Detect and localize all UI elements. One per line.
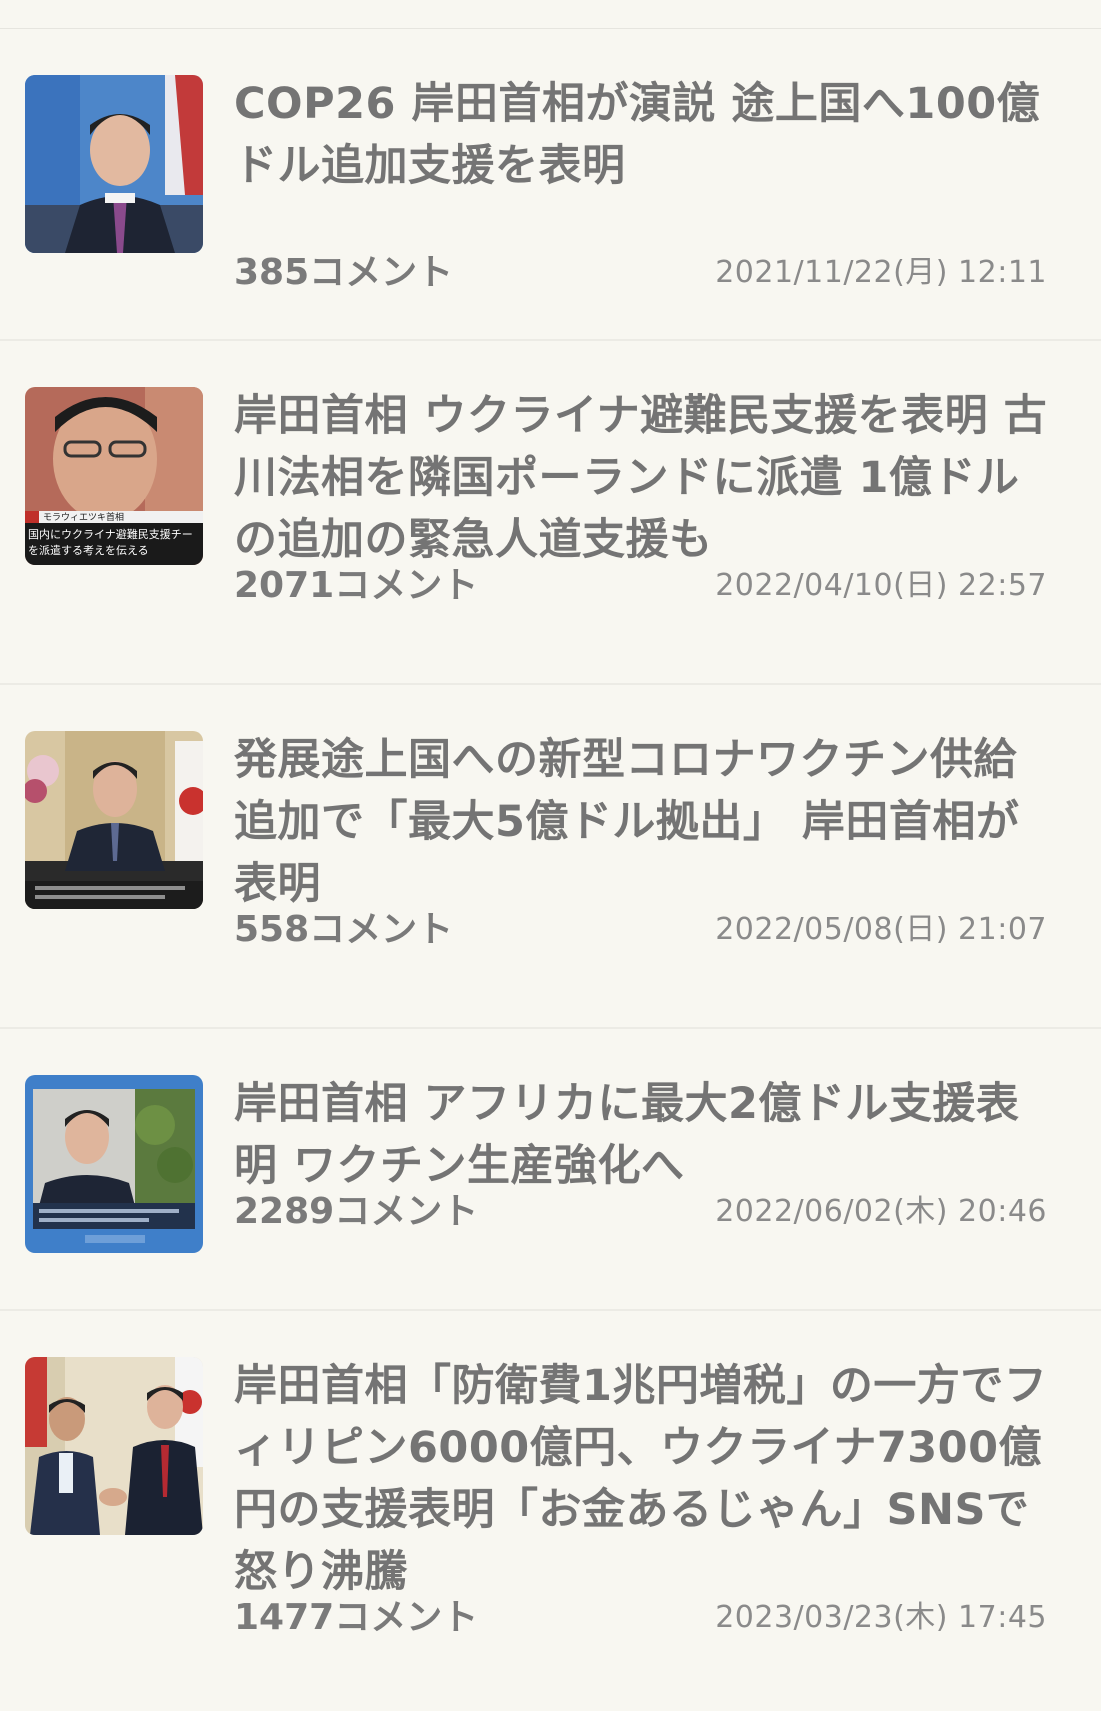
comment-count[interactable]: 1477コメント: [234, 1596, 478, 1640]
thumb-caption-line2: を派遣する考えを伝える: [28, 543, 149, 557]
article-item[interactable]: 岸田首相 アフリカに最大2億ドル支援表明 ワクチン生産強化へ 2289コメント …: [0, 1029, 1101, 1311]
article-meta: 2289コメント 2022/06/02(木) 20:46: [234, 1190, 1047, 1234]
article-thumbnail[interactable]: [25, 1357, 203, 1535]
article-meta: 385コメント 2021/11/22(月) 12:11: [234, 251, 1047, 295]
article-date: 2022/06/02(木) 20:46: [715, 1194, 1047, 1229]
comment-count[interactable]: 558コメント: [234, 908, 453, 952]
article-item[interactable]: 岸田首相「防衛費1兆円増税」の一方でフィリピン6000億円、ウクライナ7300億…: [0, 1311, 1101, 1711]
article-title[interactable]: 岸田首相 アフリカに最大2億ドル支援表明 ワクチン生産強化へ: [234, 1073, 1054, 1197]
article-date: 2023/03/23(木) 17:45: [715, 1600, 1047, 1635]
article-item[interactable]: 発展途上国への新型コロナワクチン供給追加で「最大5億ドル拠出」 岸田首相が表明 …: [0, 685, 1101, 1029]
article-meta: 2071コメント 2022/04/10(日) 22:57: [234, 564, 1047, 608]
article-thumbnail[interactable]: [25, 1075, 203, 1253]
article-date: 2021/11/22(月) 12:11: [715, 255, 1047, 290]
kishida-speech-thumbnail-icon: [25, 75, 203, 253]
article-meta: 558コメント 2022/05/08(日) 21:07: [234, 908, 1047, 952]
thumb-caption-line1: 国内にウクライナ避難民支援チー: [28, 527, 193, 541]
article-meta: 1477コメント 2023/03/23(木) 17:45: [234, 1596, 1047, 1640]
comment-count[interactable]: 385コメント: [234, 251, 453, 295]
article-item[interactable]: モラウィエツキ首相 国内にウクライナ避難民支援チー を派遣する考えを伝える 岸田…: [0, 341, 1101, 685]
thumb-caption-top: モラウィエツキ首相: [43, 511, 124, 523]
kishida-handshake-thumbnail-icon: [25, 1357, 203, 1535]
kishida-video-message-thumbnail-icon: [25, 731, 203, 909]
kishida-closeup-thumbnail-icon: モラウィエツキ首相 国内にウクライナ避難民支援チー を派遣する考えを伝える: [25, 387, 203, 565]
article-date: 2022/04/10(日) 22:57: [715, 568, 1047, 603]
comment-count[interactable]: 2289コメント: [234, 1190, 478, 1234]
article-title[interactable]: 岸田首相 ウクライナ避難民支援を表明 古川法相を隣国ポーランドに派遣 1億ドルの…: [234, 385, 1054, 571]
article-item[interactable]: COP26 岸田首相が演説 途上国へ100億ドル追加支援を表明 385コメント …: [0, 29, 1101, 341]
article-thumbnail[interactable]: [25, 731, 203, 909]
article-list: COP26 岸田首相が演説 途上国へ100億ドル追加支援を表明 385コメント …: [0, 29, 1101, 1711]
article-thumbnail[interactable]: [25, 75, 203, 253]
article-title[interactable]: 岸田首相「防衛費1兆円増税」の一方でフィリピン6000億円、ウクライナ7300億…: [234, 1355, 1054, 1603]
article-title[interactable]: 発展途上国への新型コロナワクチン供給追加で「最大5億ドル拠出」 岸田首相が表明: [234, 729, 1054, 915]
article-title[interactable]: COP26 岸田首相が演説 途上国へ100億ドル追加支援を表明: [234, 73, 1054, 197]
article-thumbnail[interactable]: モラウィエツキ首相 国内にウクライナ避難民支援チー を派遣する考えを伝える: [25, 387, 203, 565]
comment-count[interactable]: 2071コメント: [234, 564, 478, 608]
kishida-online-meeting-thumbnail-icon: [25, 1075, 203, 1253]
article-date: 2022/05/08(日) 21:07: [715, 912, 1047, 947]
